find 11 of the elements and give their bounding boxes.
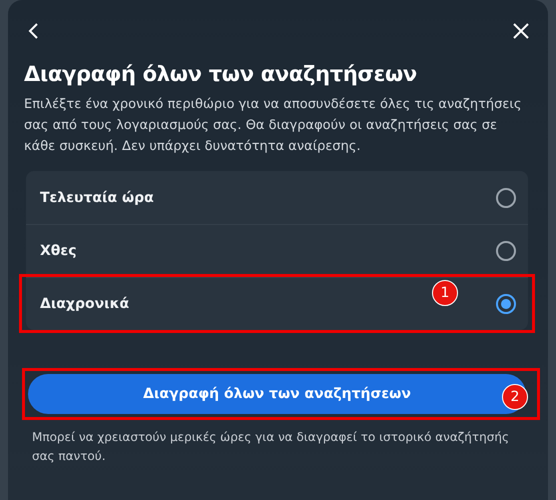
time-range-option[interactable]: Διαχρονικά 1: [26, 277, 528, 330]
description-text: Επιλέξτε ένα χρονικό περιθώριο για να αποσυνδέσετε όλες τις αναζητήσεις σας από τους λογαριασμούς σας. Θα διαγραφούν οι αναζητήσεις σας σε κάθε συσκευή. Δεν υπάρχει δυνατότητα αναίρεσης.: [24, 96, 522, 156]
radio-button[interactable]: [496, 188, 516, 208]
radio-button[interactable]: [496, 294, 516, 314]
close-icon[interactable]: [512, 22, 530, 40]
footnote-text: Μπορεί να χρειαστούν μερικές ώρες για να διαγραφεί το ιστορικό αναζήτησής σας παντού.: [32, 429, 510, 465]
step-number-badge: 1: [432, 280, 458, 306]
time-range-option[interactable]: Χθες: [26, 224, 528, 277]
time-range-option[interactable]: Τελευταία ώρα: [26, 171, 528, 224]
radio-button[interactable]: [496, 241, 516, 261]
dialog-title: Διαγραφή όλων των αναζητήσεων: [24, 62, 418, 86]
